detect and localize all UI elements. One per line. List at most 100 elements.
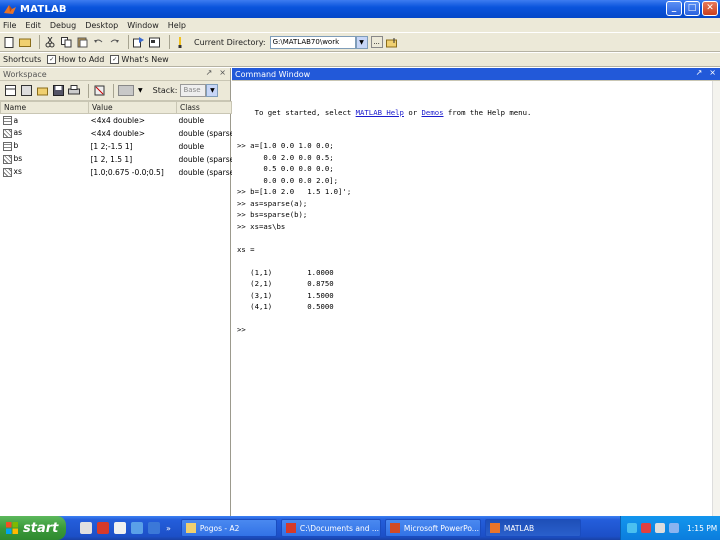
shortcut-label: How to Add (58, 55, 105, 64)
checkbox-icon: ✓ (47, 55, 57, 64)
current-directory-input[interactable]: G:\MATLAB70\work (269, 35, 356, 49)
simulink-icon[interactable] (133, 36, 145, 48)
open-folder-icon[interactable] (19, 36, 31, 48)
separator (128, 35, 129, 49)
open-selection-icon[interactable] (20, 85, 32, 97)
quicklaunch-app-icon[interactable] (148, 522, 160, 534)
minimize-button[interactable]: _ (666, 1, 682, 16)
shortcut-whats-new[interactable]: ✓ What's New (110, 55, 169, 64)
save-icon[interactable] (52, 85, 64, 97)
undock-icon[interactable]: ↗ (206, 68, 213, 77)
column-header-class[interactable]: Class (176, 101, 232, 114)
taskbar-item-matlab[interactable]: MATLAB (484, 519, 581, 537)
command-line: >> as=sparse(a); (237, 198, 308, 208)
folder-icon (185, 523, 196, 533)
browse-button[interactable]: ... (370, 36, 383, 48)
taskbar-item-documents[interactable]: C:\Documents and ... (280, 519, 381, 537)
network-icon[interactable] (627, 523, 637, 533)
copy-icon[interactable] (60, 36, 72, 48)
help-icon[interactable] (174, 36, 186, 48)
command-line: (3,1) 1.5000 (237, 290, 334, 300)
task-label: C:\Documents and ... (299, 523, 379, 533)
powerpoint-icon (389, 523, 400, 533)
new-file-icon[interactable] (3, 36, 15, 48)
variable-value-cell: [1.0;0.675 -0.0;0.5] (90, 167, 164, 177)
taskbar-item-powerpoint[interactable]: Microsoft PowerPo... (384, 519, 481, 537)
tray-app-icon[interactable] (669, 523, 679, 533)
menu-edit[interactable]: Edit (25, 21, 41, 30)
variable-name: xs (13, 167, 22, 177)
table-row[interactable]: xs [1.0;0.675 -0.0;0.5] double (sparse) (1, 166, 232, 179)
volume-icon[interactable] (655, 523, 665, 533)
guide-icon[interactable] (149, 36, 161, 48)
title-bar[interactable]: MATLAB _ □ ✕ (0, 0, 720, 18)
undock-icon[interactable]: ↗ (696, 68, 703, 77)
main-toolbar: Current Directory: G:\MATLAB70\work ▼ ..… (0, 32, 720, 52)
table-row[interactable]: b [1 2;-1.5 1] double (1, 140, 232, 153)
maximize-button[interactable]: □ (684, 1, 700, 16)
close-pane-icon[interactable]: × (219, 68, 226, 77)
security-icon[interactable] (641, 523, 651, 533)
stack-label: Stack: (152, 86, 178, 95)
matlab-help-link[interactable]: MATLAB Help (356, 108, 404, 117)
delete-icon[interactable] (93, 85, 105, 97)
chevron-right-icon[interactable]: » (166, 524, 171, 533)
command-window[interactable]: Command Window ↗ × To get started, selec… (232, 68, 720, 516)
menu-window[interactable]: Window (127, 21, 159, 30)
variable-class-cell: double (sparse) (178, 167, 232, 177)
taskbar-item-pogos[interactable]: Pogos - A2 (180, 519, 277, 537)
quicklaunch-app-icon[interactable] (114, 522, 126, 534)
quicklaunch-app-icon[interactable] (131, 522, 143, 534)
menu-file[interactable]: File (3, 21, 16, 30)
load-data-icon[interactable] (36, 85, 48, 97)
checkbox-icon: ✓ (110, 55, 120, 64)
shortcut-how-to-add[interactable]: ✓ How to Add (47, 55, 104, 64)
workspace-title-bar[interactable]: Workspace ↗ × (0, 68, 230, 81)
quick-launch (80, 522, 160, 534)
command-line: >> (237, 325, 246, 334)
command-line: >> a=[1.0 0.0 1.0 0.0; (237, 141, 334, 150)
variable-class-cell: double (sparse) (178, 128, 232, 138)
sparse-matrix-icon (2, 128, 12, 138)
intro-text: or (403, 108, 422, 117)
intro-line: To get started, select MATLAB Help or De… (237, 107, 720, 119)
start-button[interactable]: start (0, 516, 66, 540)
cut-icon[interactable] (44, 36, 56, 48)
stack-dropdown-button[interactable]: ▼ (206, 84, 219, 97)
chevron-down-icon[interactable]: ▼ (138, 87, 143, 94)
column-header-name[interactable]: Name (0, 101, 89, 114)
plot-selection-icon[interactable] (118, 85, 134, 97)
print-icon[interactable] (68, 85, 80, 97)
paste-icon[interactable] (76, 36, 88, 48)
menu-desktop[interactable]: Desktop (85, 21, 118, 30)
folder-up-icon[interactable] (385, 36, 398, 48)
quicklaunch-app-icon[interactable] (80, 522, 92, 534)
clock: 1:15 PM (687, 523, 718, 533)
undo-icon[interactable] (92, 36, 104, 48)
command-output[interactable]: To get started, select MATLAB Help or De… (232, 81, 720, 336)
close-button[interactable]: ✕ (702, 1, 718, 16)
command-window-title: Command Window (235, 69, 311, 79)
table-row[interactable]: as <4x4 double> double (sparse) (1, 127, 232, 140)
new-variable-icon[interactable] (4, 85, 16, 97)
column-header-value[interactable]: Value (88, 101, 177, 114)
separator (169, 35, 170, 49)
vertical-scrollbar[interactable] (712, 81, 720, 516)
intro-text: To get started, select (254, 108, 356, 117)
stack-select[interactable]: Base (180, 84, 207, 97)
quicklaunch-app-icon[interactable] (97, 522, 109, 534)
command-line: >> bs=sparse(b); (237, 210, 308, 219)
command-window-title-bar[interactable]: Command Window ↗ × (232, 68, 720, 81)
workspace-toolbar: ▼ Stack: Base ▼ (0, 81, 230, 101)
menu-help[interactable]: Help (168, 21, 186, 30)
shortcuts-label[interactable]: Shortcuts (3, 55, 41, 64)
directory-dropdown-button[interactable]: ▼ (355, 35, 368, 49)
workspace-title: Workspace (3, 69, 47, 79)
table-row[interactable]: a <4x4 double> double (1, 114, 232, 127)
menu-debug[interactable]: Debug (50, 21, 76, 30)
redo-icon[interactable] (108, 36, 120, 48)
table-row[interactable]: bs [1 2, 1.5 1] double (sparse) (1, 153, 232, 166)
demos-link[interactable]: Demos (422, 108, 444, 117)
matlab-icon (489, 523, 500, 533)
close-pane-icon[interactable]: × (709, 68, 716, 77)
